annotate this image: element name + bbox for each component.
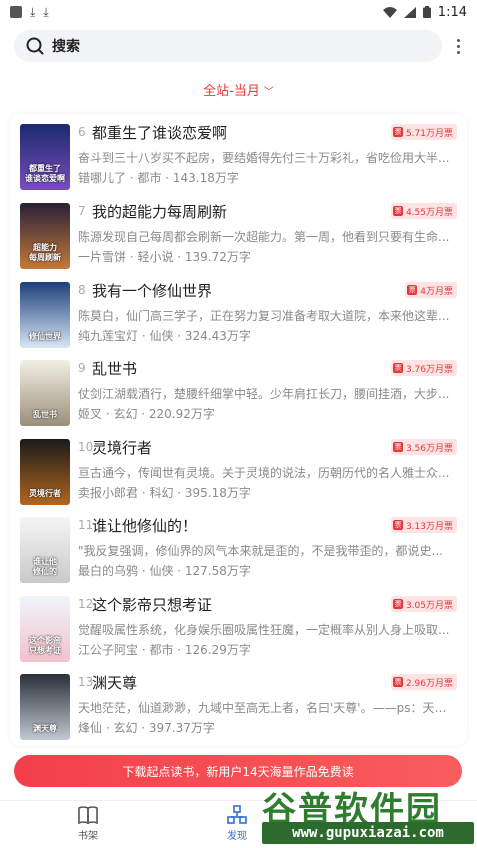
book-title[interactable]: 谁让他修仙的！	[92, 515, 197, 536]
cover-title-art: 乱世书	[33, 410, 57, 419]
rank-number: 13	[78, 675, 94, 689]
ticket-icon: 票	[392, 677, 403, 687]
monthly-ticket-badge: 票 3.76万月票	[390, 360, 457, 376]
list-item[interactable]: 修仙世界 8 我有一个修仙世界 票 4万月票 陈莫白，仙门高三学子，正在努力复习准…	[20, 282, 457, 352]
wifi-icon	[382, 6, 397, 18]
ticket-icon: 票	[392, 520, 403, 530]
list-item[interactable]: 都重生了 谁谈恋爱啊 6 都重生了谁谈恋爱啊 票 5.71万月票 奋斗到三十八岁买…	[20, 124, 457, 194]
rank-number: 7	[78, 204, 86, 218]
rank-number: 11	[78, 518, 94, 532]
book-description: 天地茫茫，仙道渺渺，九域中至高无上者，名曰'天尊'。——ps：天才...	[78, 701, 456, 715]
watermark-title: 谷普软件园	[262, 790, 442, 830]
cover-title-art: 这个影帝 只想考证	[29, 636, 61, 655]
book-title[interactable]: 灵境行者	[92, 437, 152, 458]
book-meta: 一片雪饼 · 轻小说 · 139.72万字	[78, 250, 251, 264]
monthly-ticket-badge: 票 3.05万月票	[390, 596, 457, 612]
list-item[interactable]: 灵境行者 10 灵境行者 票 3.56万月票 亘古通今，传闻世有灵境。关于灵境的说…	[20, 439, 457, 509]
ranking-filter-label: 全站-当月	[203, 84, 260, 99]
rank-number: 6	[78, 125, 86, 139]
rank-number: 8	[78, 283, 86, 297]
book-meta: 江公子阿宝 · 都市 · 126.29万字	[78, 643, 251, 657]
cover-title-art: 灵境行者	[29, 489, 61, 498]
search-bar[interactable]: 搜索	[14, 30, 442, 62]
cover-book-10[interactable]: 灵境行者	[20, 439, 70, 505]
book-meta: 纯九莲宝灯 · 仙侠 · 324.43万字	[78, 329, 251, 343]
cover-book-6[interactable]: 都重生了 谁谈恋爱啊	[20, 124, 70, 190]
cover-title-art: 修仙世界	[29, 332, 61, 341]
download-icon: ⤓	[30, 5, 36, 19]
list-item[interactable]: 超能力 每周刷新 7 我的超能力每周刷新 票 4.55万月票 陈源发现自己每周都会…	[20, 203, 457, 273]
tab-bookshelf[interactable]: 书架	[48, 805, 128, 842]
tab-discover-label: 发现	[227, 831, 247, 842]
book-icon	[78, 806, 98, 825]
cover-book-9[interactable]: 乱世书	[20, 360, 70, 426]
monthly-ticket-badge: 票 3.13万月票	[390, 517, 457, 533]
download-icon: ⤓	[43, 5, 49, 19]
cover-book-7[interactable]: 超能力 每周刷新	[20, 203, 70, 269]
promo-text: 下载起点读书，新用户14天海量作品免费读	[122, 764, 354, 779]
status-bar: ⤓ ⤓ 1:14	[0, 0, 477, 24]
book-meta: 姬叉 · 玄幻 · 220.92万字	[78, 407, 215, 421]
cover-title-art: 都重生了 谁谈恋爱啊	[25, 164, 65, 183]
book-description: 陈莫白，仙门高三学子，正在努力复习准备考取大道院，本来他这辈...	[78, 309, 450, 323]
cover-book-12[interactable]: 这个影帝 只想考证	[20, 596, 70, 662]
book-title[interactable]: 渊天尊	[92, 672, 137, 693]
ticket-icon: 票	[392, 599, 403, 609]
cover-title-art: 超能力 每周刷新	[29, 243, 61, 262]
search-label: 搜索	[52, 39, 80, 55]
rank-number: 10	[78, 440, 94, 454]
battery-icon	[422, 6, 431, 18]
chevron-down-icon: ﹀	[263, 87, 274, 98]
list-item[interactable]: 这个影帝 只想考证 12 这个影帝只想考证 票 3.05万月票 觉醒吸属性系统，化…	[20, 596, 457, 666]
ticket-icon: 票	[407, 285, 418, 295]
list-item[interactable]: 谁让他 修仙的 11 谁让他修仙的！ 票 3.13万月票 "我反复强调，修仙界的风…	[20, 517, 457, 587]
cover-book-11[interactable]: 谁让他 修仙的	[20, 517, 70, 583]
tab-bookshelf-label: 书架	[78, 831, 98, 842]
book-title[interactable]: 我的超能力每周刷新	[92, 201, 227, 222]
monthly-ticket-badge: 票 3.56万月票	[390, 439, 457, 455]
ticket-icon: 票	[392, 127, 403, 137]
rank-number: 9	[78, 361, 86, 375]
cover-book-13[interactable]: 渊天尊	[20, 674, 70, 740]
list-item[interactable]: 乱世书 9 乱世书 票 3.76万月票 仗剑江湖载酒行，楚腰纤细掌中轻。少年肩扛长…	[20, 360, 457, 430]
book-description: 仗剑江湖载酒行，楚腰纤细掌中轻。少年肩扛长刀，腰间挂酒，大步...	[78, 387, 450, 401]
ticket-icon: 票	[392, 363, 403, 373]
cover-title-art: 谁让他 修仙的	[33, 557, 57, 576]
monthly-ticket-badge: 票 4.55万月票	[390, 203, 457, 219]
watermark-url: www.gupuxiazai.com	[262, 822, 474, 844]
book-title[interactable]: 这个影帝只想考证	[92, 594, 212, 615]
book-description: 奋斗到三十八岁买不起房，要结婚得先付三十万彩礼，省吃俭用大半...	[78, 151, 450, 165]
more-options-icon[interactable]	[448, 34, 468, 58]
list-item[interactable]: 渊天尊 13 渊天尊 票 2.96万月票 天地茫茫，仙道渺渺，九域中至高无上者，名…	[20, 674, 457, 744]
search-icon	[26, 37, 44, 55]
book-title[interactable]: 乱世书	[92, 358, 137, 379]
book-meta: 卖报小郎君 · 科幻 · 395.18万字	[78, 486, 251, 500]
book-title[interactable]: 我有一个修仙世界	[92, 280, 212, 301]
site-watermark: 谷普软件园 www.gupuxiazai.com	[262, 782, 474, 844]
ranking-filter[interactable]: 全站-当月 ﹀	[0, 80, 477, 99]
cover-title-art: 渊天尊	[33, 724, 57, 733]
discover-icon	[227, 805, 247, 824]
rank-number: 12	[78, 597, 94, 611]
notification-square-icon	[10, 6, 22, 18]
book-description: 觉醒吸属性系统，化身娱乐圈吸属性狂魔，一定概率从别人身上吸取...	[78, 623, 450, 637]
ticket-icon: 票	[392, 206, 403, 216]
monthly-ticket-badge: 票 2.96万月票	[390, 674, 457, 690]
book-description: 陈源发现自己每周都会刷新一次超能力。第一周，他看到只要有生命...	[78, 230, 450, 244]
ticket-icon: 票	[392, 442, 403, 452]
signal-icon	[403, 6, 416, 18]
book-title[interactable]: 都重生了谁谈恋爱啊	[92, 122, 227, 143]
monthly-ticket-badge: 票 5.71万月票	[390, 124, 457, 140]
book-meta: 最白的乌鸦 · 仙侠 · 127.58万字	[78, 564, 251, 578]
book-meta: 烽仙 · 玄幻 · 397.37万字	[78, 721, 215, 735]
book-meta: 错哪儿了 · 都市 · 143.18万字	[78, 171, 239, 185]
clock: 1:14	[437, 4, 467, 20]
monthly-ticket-badge: 票 4万月票	[405, 282, 457, 298]
book-list: 都重生了 谁谈恋爱啊 6 都重生了谁谈恋爱啊 票 5.71万月票 奋斗到三十八岁买…	[10, 114, 467, 746]
cover-book-8[interactable]: 修仙世界	[20, 282, 70, 348]
book-description: 亘古通今，传闻世有灵境。关于灵境的说法，历朝历代的名人雅士众...	[78, 466, 450, 480]
book-description: "我反复强调，修仙界的风气本来就是歪的，不是我带歪的，都说史...	[78, 544, 443, 558]
